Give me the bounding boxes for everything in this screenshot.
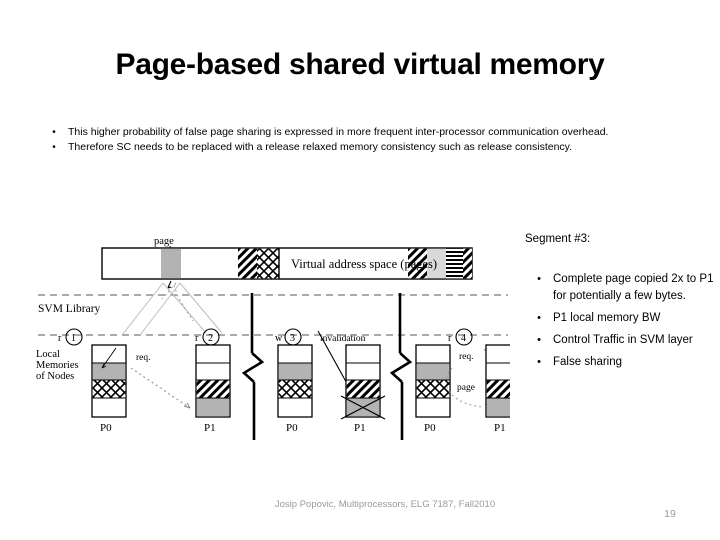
page-transfer-label: page bbox=[457, 383, 475, 393]
invalidation-label: invalidation bbox=[320, 334, 366, 344]
segment-bullet-text: P1 local memory BW bbox=[553, 312, 661, 324]
node-label-p0: P0 bbox=[286, 422, 298, 434]
list-item: • Control Traffic in SVM layer bbox=[525, 332, 715, 349]
req-arrow bbox=[130, 367, 191, 409]
segment-bullet-text: Complete page copied 2x to P1 for potent… bbox=[553, 273, 714, 302]
step-marker-3: w 3 bbox=[275, 328, 302, 346]
segment-panel: Segment #3: • Complete page copied 2x to… bbox=[525, 233, 715, 376]
node-label-p1: P1 bbox=[354, 422, 366, 434]
vas-label: Virtual address space (pages) bbox=[291, 257, 437, 271]
svg-text:w: w bbox=[275, 333, 283, 344]
footer-credit-line1: Josip Popovic, Multiprocessors, ELG 7187… bbox=[274, 499, 457, 510]
body-bullet-text: Therefore SC needs to be replaced with a… bbox=[68, 141, 573, 153]
list-item: • P1 local memory BW bbox=[525, 310, 715, 327]
projection-lines-dotted bbox=[161, 282, 194, 322]
svg-text:Memories: Memories bbox=[36, 360, 79, 371]
step-marker-2: r 2 bbox=[195, 328, 220, 346]
virtual-address-space-bar: Virtual address space (pages) bbox=[101, 247, 473, 280]
bullet-marker-icon: • bbox=[537, 356, 541, 368]
node-label-p0: P0 bbox=[424, 422, 436, 434]
svm-library-label: SVM Library bbox=[38, 303, 101, 315]
req-label: req. bbox=[136, 353, 151, 363]
segment-bullet-text: False sharing bbox=[553, 356, 623, 368]
node-memory-p1-step4 bbox=[485, 344, 510, 418]
node-memory-p0-step4 bbox=[415, 344, 451, 418]
body-bullet-text: This higher probability of false page sh… bbox=[68, 126, 609, 138]
segment-heading: Segment #3: bbox=[525, 233, 591, 245]
node-label-p0: P0 bbox=[100, 422, 112, 434]
footer-page-number: 19 bbox=[664, 508, 676, 520]
list-item: • This higher probability of false page … bbox=[40, 126, 685, 140]
segment-bullet-text: Control Traffic in SVM layer bbox=[553, 334, 693, 346]
svg-text:r: r bbox=[58, 333, 62, 344]
node-label-p1: P1 bbox=[494, 422, 506, 434]
node-memory-p1-invalidated bbox=[340, 344, 386, 420]
footer-credit-line2: Fall2010 bbox=[458, 499, 496, 510]
svg-text:2: 2 bbox=[208, 333, 213, 344]
local-memories-label: Local Memories of Nodes bbox=[36, 349, 79, 382]
bullet-marker-icon: • bbox=[537, 334, 541, 346]
bullet-marker-icon: • bbox=[537, 273, 541, 285]
node-memory-p1-step2 bbox=[195, 344, 231, 418]
req-label: req. bbox=[459, 352, 474, 362]
section-break-1 bbox=[241, 293, 265, 440]
node-memory-p0-step1 bbox=[91, 344, 127, 418]
svg-text:1: 1 bbox=[71, 333, 76, 344]
bullet-marker-icon: • bbox=[537, 312, 541, 324]
node-label-p1: P1 bbox=[204, 422, 216, 434]
svg-text:3: 3 bbox=[290, 333, 295, 344]
page-label: page bbox=[154, 236, 174, 247]
list-item: • False sharing bbox=[525, 354, 715, 371]
svg-text:of Nodes: of Nodes bbox=[36, 371, 74, 382]
step-marker-1: r 1 bbox=[58, 328, 83, 346]
list-item: • Therefore SC needs to be replaced with… bbox=[40, 141, 685, 155]
svm-protocol-diagram: Virtual address space (pages) page SVM L… bbox=[30, 235, 510, 450]
footer-credit: Josip Popovic, Multiprocessors, ELG 7187… bbox=[255, 498, 515, 511]
bullet-marker-icon: • bbox=[52, 142, 56, 153]
body-bullet-list: • This higher probability of false page … bbox=[40, 126, 685, 156]
list-item: • Complete page copied 2x to P1 for pote… bbox=[525, 271, 715, 305]
bullet-marker-icon: • bbox=[52, 127, 56, 138]
step-marker-4: r 4 bbox=[448, 328, 473, 346]
svg-text:4: 4 bbox=[461, 333, 466, 344]
projection-lines bbox=[121, 282, 223, 336]
page-title: Page-based shared virtual memory bbox=[115, 48, 605, 81]
node-memory-p0-step3 bbox=[277, 344, 313, 418]
svg-text:Local: Local bbox=[36, 349, 60, 360]
section-break-2 bbox=[389, 293, 413, 440]
